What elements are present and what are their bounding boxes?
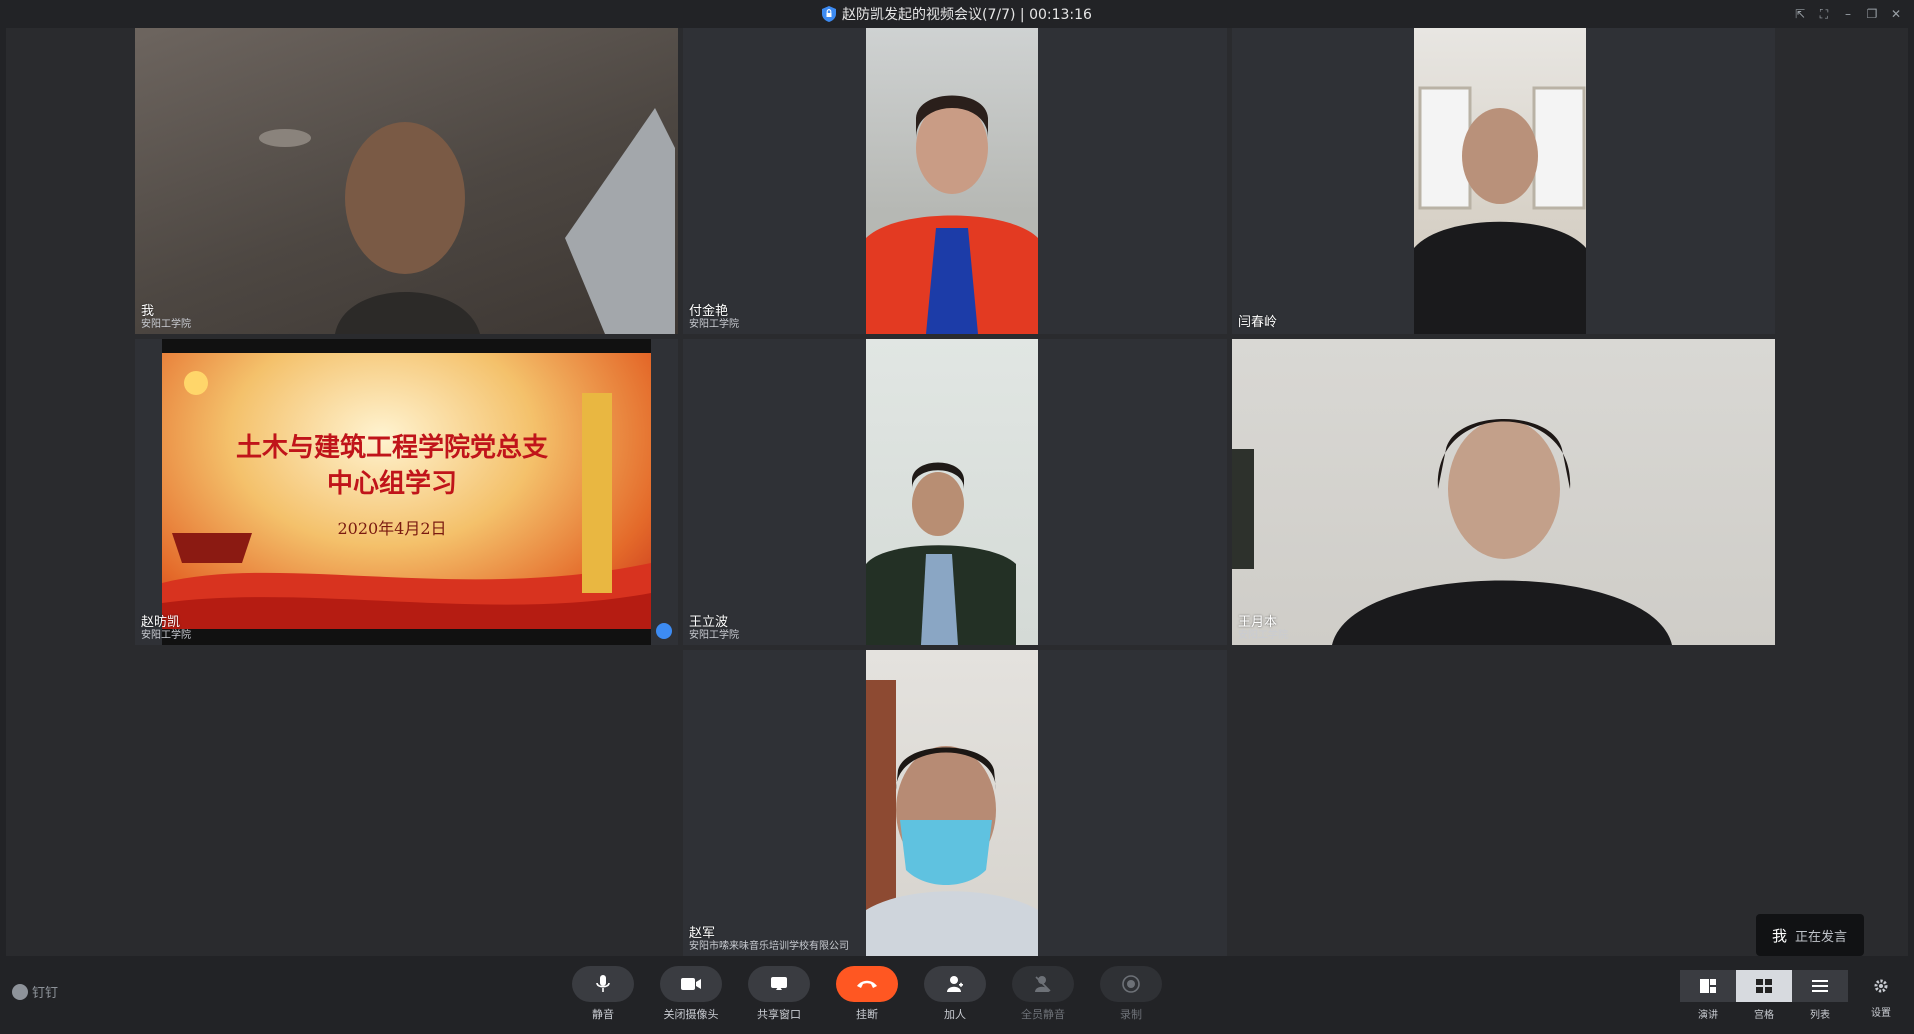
mute-all-icon (1035, 976, 1051, 992)
shared-screen: 土木与建筑工程学院党总支 中心组学习 2020年4月2日 (162, 339, 651, 645)
minimize-icon[interactable]: – (1840, 6, 1856, 22)
close-icon[interactable]: ✕ (1888, 6, 1904, 22)
settings-button[interactable]: 设置 (1864, 978, 1898, 1019)
fullscreen-icon[interactable]: ⛶ (1816, 6, 1832, 22)
restore-icon[interactable]: ❐ (1864, 6, 1880, 22)
participant-org: 安阳工学院 (689, 630, 739, 641)
participant-tile-me[interactable]: 我 安阳工学院 (135, 28, 678, 334)
slide-date: 2020年4月2日 (337, 519, 447, 538)
participant-tile[interactable]: 付金艳 安阳工学院 (683, 28, 1227, 334)
video-frame (866, 462, 1016, 645)
participant-name: 王立波 (689, 614, 729, 630)
gear-icon (1874, 979, 1888, 993)
slide-title: 土木与建筑工程学院党总支 (235, 433, 548, 463)
participant-tile[interactable]: 王月本 安阳工学院 (1232, 339, 1775, 645)
participant-org: 安阳工学院 (1238, 630, 1288, 641)
slide-subtitle: 中心组学习 (326, 469, 457, 499)
video-frame (1232, 419, 1672, 645)
control-label: 共享窗口 (757, 1008, 801, 1021)
settings-label: 设置 (1871, 1008, 1891, 1019)
video-frame (866, 95, 1038, 334)
record-icon (1122, 975, 1140, 993)
speaker-view-icon (1700, 979, 1716, 993)
dingtalk-logo-icon (12, 983, 28, 1000)
participant-video (1232, 339, 1775, 645)
participant-tile[interactable]: 赵军 安阳市嗦来味音乐培训学校有限公司 (683, 650, 1227, 956)
participant-tile[interactable]: 闫春岭 (1232, 28, 1775, 334)
meeting-controls: 静音 关闭摄像头 共享窗口 挂断 加人 全员静音 录制 (572, 966, 1162, 1022)
speaker-name: 我 (1772, 926, 1788, 945)
screen-share-icon (656, 623, 672, 639)
control-bar: 钉钉 静音 关闭摄像头 共享窗口 挂断 加人 全员静音 录制 演讲 宫格 列表 … (0, 956, 1914, 1034)
grid-view-icon (1756, 979, 1772, 993)
meeting-title: 赵防凯发起的视频会议(7/7) | 00:13:16 (0, 4, 1914, 24)
view-label: 列表 (1810, 1010, 1830, 1021)
window-controls: ⇱ ⛶ – ❐ ✕ (1792, 6, 1904, 22)
title-bar: 赵防凯发起的视频会议(7/7) | 00:13:16 ⇱ ⛶ – ❐ ✕ (0, 0, 1914, 28)
grid-view-button[interactable]: 宫格 (1736, 970, 1792, 1021)
brand-name: 钉钉 (32, 986, 59, 1001)
participant-name: 付金艳 (689, 303, 729, 319)
view-label: 宫格 (1754, 1010, 1774, 1021)
video-grid: 我 安阳工学院 付金艳 安阳工学院 闫春岭 土木与建筑工程学院党总支 中心组学习… (6, 28, 1908, 956)
participant-org: 安阳工学院 (141, 319, 191, 330)
list-view-icon (1812, 980, 1828, 992)
share-icon[interactable]: ⇱ (1792, 6, 1808, 22)
participant-video (135, 28, 678, 334)
layout-switcher: 演讲 宫格 列表 (1680, 970, 1848, 1021)
participant-name: 赵军 (689, 925, 716, 941)
brand: 钉钉 (12, 982, 58, 1001)
control-label: 关闭摄像头 (663, 1008, 719, 1021)
record-button[interactable]: 录制 (1100, 966, 1162, 1022)
participant-video (866, 28, 1038, 334)
slide-background: 土木与建筑工程学院党总支 中心组学习 2020年4月2日 (162, 353, 651, 629)
participant-label: 付金艳 安阳工学院 (689, 303, 739, 330)
participant-tile[interactable]: 王立波 安阳工学院 (683, 339, 1227, 645)
view-label: 演讲 (1698, 1010, 1718, 1021)
participant-label: 我 安阳工学院 (141, 303, 191, 330)
video-frame (259, 108, 675, 334)
participant-label: 赵昉凯 安阳工学院 (141, 614, 191, 641)
add-person-button[interactable]: 加人 (924, 966, 986, 1022)
participant-org: 安阳工学院 (141, 630, 191, 641)
participant-tile-screen-share[interactable]: 土木与建筑工程学院党总支 中心组学习 2020年4月2日 赵昉凯 安阳工学院 (135, 339, 678, 645)
participant-label: 王月本 安阳工学院 (1238, 614, 1288, 641)
participant-name: 赵昉凯 (141, 614, 181, 630)
participant-label: 王立波 安阳工学院 (689, 614, 739, 641)
control-label: 加人 (944, 1008, 966, 1021)
participant-name: 我 (141, 303, 155, 319)
participant-org: 安阳市嗦来味音乐培训学校有限公司 (689, 941, 849, 952)
participant-label: 闫春岭 (1238, 314, 1278, 330)
list-view-button[interactable]: 列表 (1792, 970, 1848, 1021)
meeting-title-text: 赵防凯发起的视频会议(7/7) | 00:13:16 (842, 7, 1092, 23)
mute-all-button[interactable]: 全员静音 (1012, 966, 1074, 1022)
participant-label: 赵军 安阳市嗦来味音乐培训学校有限公司 (689, 925, 849, 952)
add-person-icon (947, 976, 963, 992)
share-window-button[interactable]: 共享窗口 (748, 966, 810, 1022)
participant-name: 闫春岭 (1238, 314, 1278, 330)
hangup-button[interactable]: 挂断 (836, 966, 898, 1022)
control-label: 静音 (592, 1008, 614, 1021)
speaker-view-button[interactable]: 演讲 (1680, 970, 1736, 1021)
microphone-icon (596, 975, 610, 992)
camera-off-button[interactable]: 关闭摄像头 (660, 966, 722, 1022)
participant-video (1414, 28, 1586, 334)
participant-video (866, 650, 1038, 956)
camera-icon (681, 978, 701, 990)
video-frame (1414, 86, 1586, 334)
secure-shield-icon (822, 6, 837, 22)
hangup-icon (857, 980, 877, 988)
video-frame (866, 680, 1038, 956)
speaking-indicator: 我 正在发言 (1756, 914, 1864, 956)
control-label: 录制 (1120, 1008, 1142, 1021)
participant-name: 王月本 (1238, 614, 1278, 630)
mute-button[interactable]: 静音 (572, 966, 634, 1022)
share-screen-icon (771, 977, 787, 990)
control-label: 挂断 (856, 1008, 878, 1021)
participant-org: 安阳工学院 (689, 319, 739, 330)
control-label: 全员静音 (1021, 1008, 1065, 1021)
participant-video (866, 339, 1038, 645)
speaking-status: 正在发言 (1795, 929, 1848, 945)
